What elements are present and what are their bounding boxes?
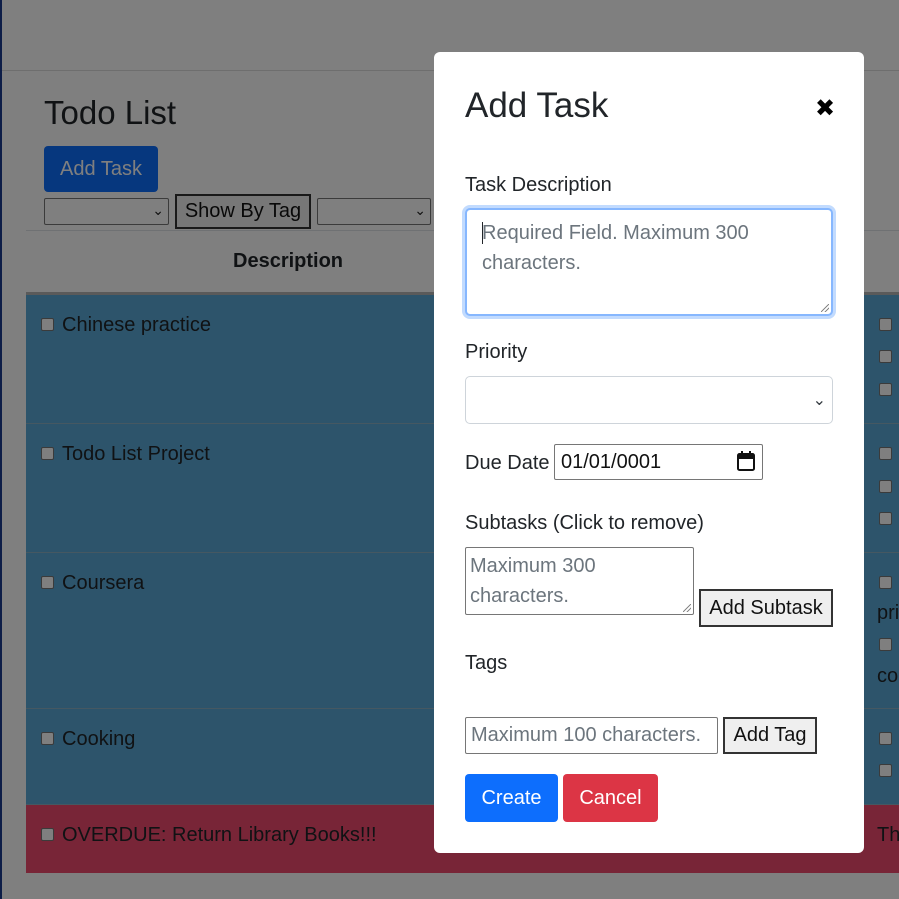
subtasks-label: Subtasks (Click to remove)	[465, 512, 704, 534]
calendar-icon[interactable]	[737, 451, 755, 471]
resize-handle-icon[interactable]	[683, 604, 691, 612]
add-task-modal: Add Task ✖ Task Description Required Fie…	[434, 52, 864, 853]
due-date-value: 01/01/0001	[561, 451, 662, 473]
cancel-button[interactable]: Cancel	[563, 774, 658, 822]
subtask-input[interactable]: Maximum 300 characters.	[465, 547, 694, 615]
task-description-label: Task Description	[465, 174, 612, 196]
tag-placeholder: Maximum 100 characters.	[471, 724, 702, 746]
tags-label: Tags	[465, 652, 508, 674]
resize-handle-icon[interactable]	[821, 304, 829, 312]
text-caret	[482, 222, 483, 244]
modal-title: Add Task	[465, 86, 609, 125]
add-subtask-button[interactable]: Add Subtask	[699, 589, 833, 627]
task-description-input[interactable]: Required Field. Maximum 300 characters.	[465, 208, 833, 316]
chevron-down-icon: ⌄	[812, 392, 826, 409]
due-date-label: Due Date	[465, 452, 550, 474]
subtask-placeholder: Maximum 300 characters.	[470, 555, 596, 607]
priority-label: Priority	[465, 341, 528, 363]
due-date-input[interactable]: 01/01/0001	[554, 444, 763, 480]
priority-select[interactable]: ⌄	[465, 376, 833, 424]
task-description-placeholder: Required Field. Maximum 300 characters.	[482, 222, 749, 274]
tag-input[interactable]: Maximum 100 characters.	[465, 717, 718, 754]
close-icon[interactable]: ✖	[815, 94, 835, 123]
add-tag-button[interactable]: Add Tag	[723, 717, 817, 754]
create-button[interactable]: Create	[465, 774, 558, 822]
